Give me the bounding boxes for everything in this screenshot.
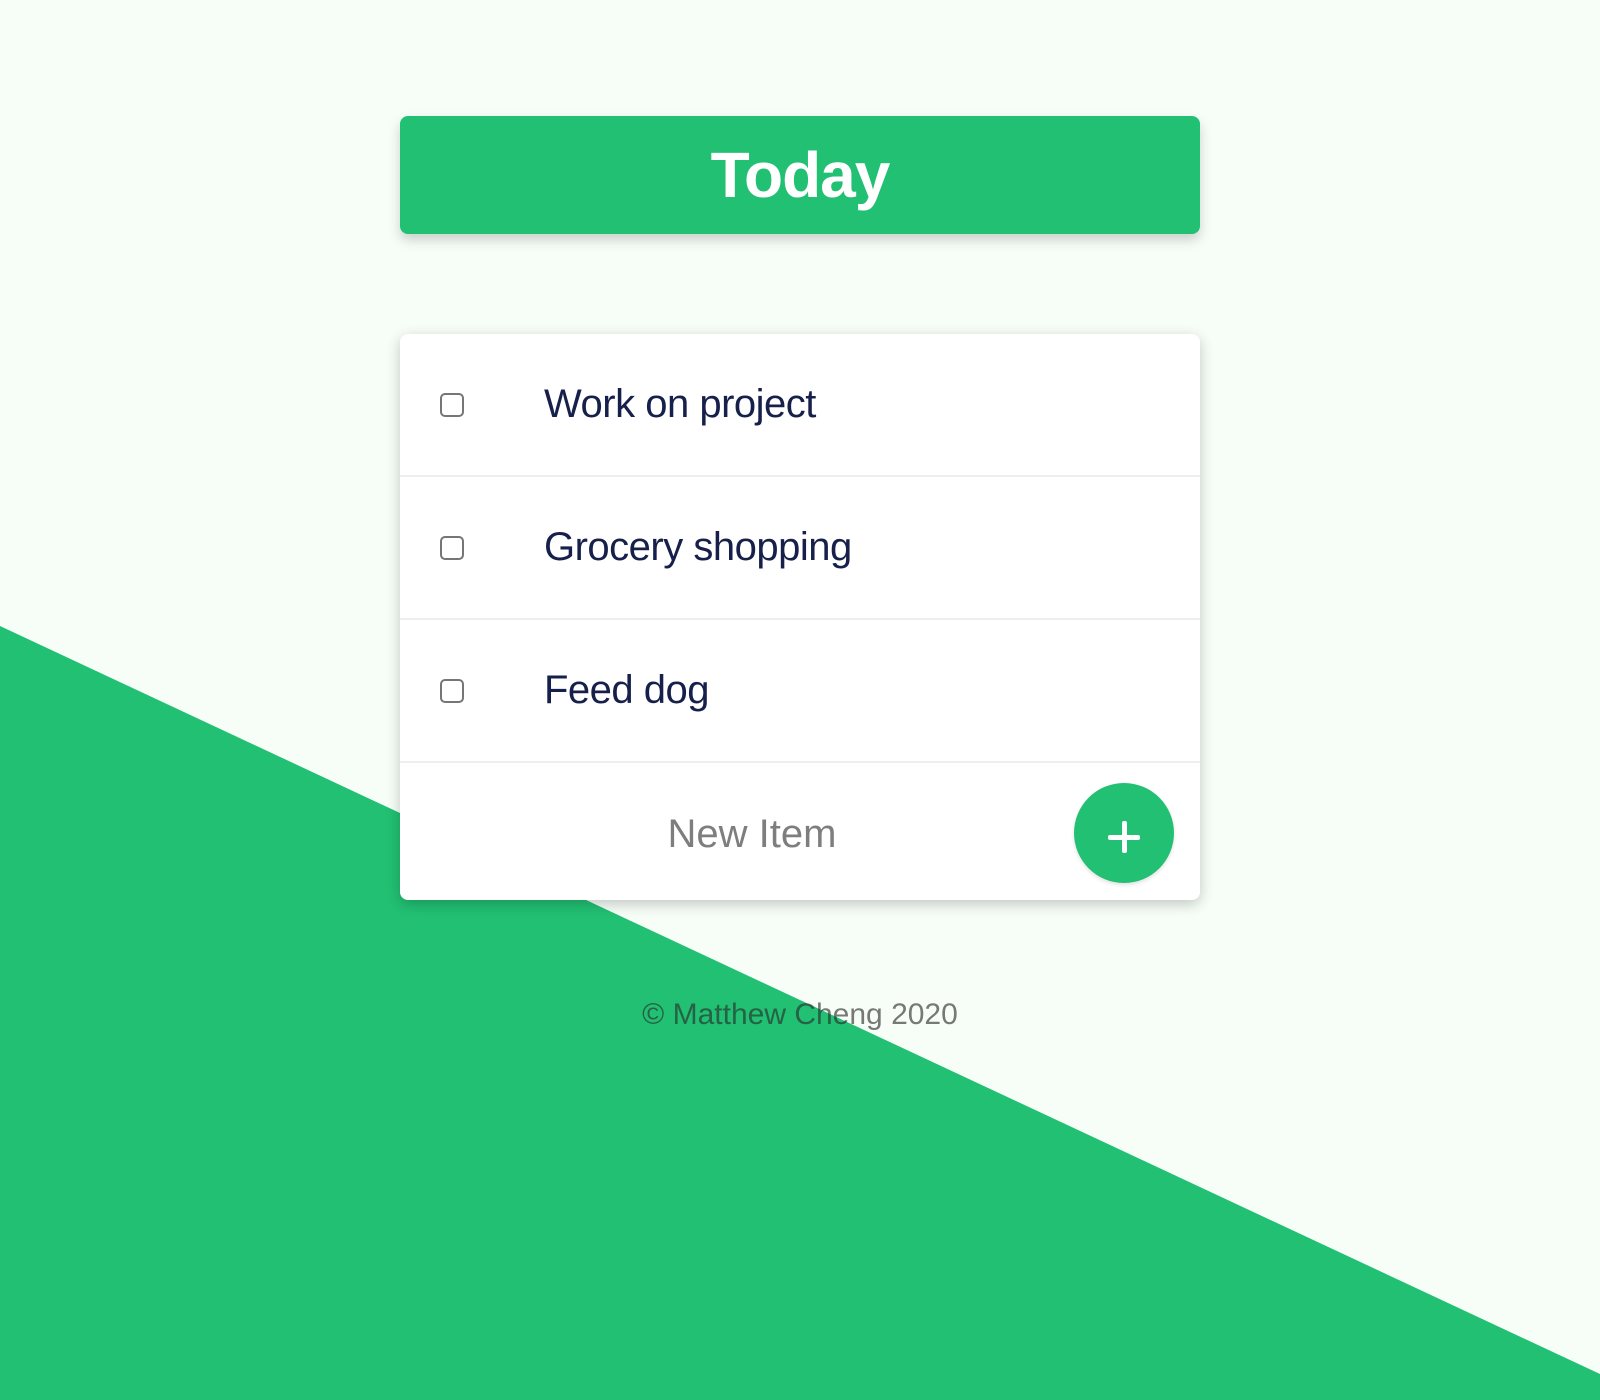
item-label: Work on project: [544, 382, 816, 426]
plus-icon: [1108, 821, 1140, 854]
new-item-input[interactable]: [430, 793, 1074, 875]
todo-list-card: Work on project Grocery shopping Feed do…: [400, 334, 1200, 900]
list-item: Grocery shopping: [400, 477, 1200, 620]
item-checkbox[interactable]: [440, 535, 464, 560]
footer: © Matthew Cheng 2020: [0, 998, 1600, 1032]
list-item: Feed dog: [400, 620, 1200, 763]
page-title: Today: [710, 139, 891, 211]
add-item-button[interactable]: [1074, 783, 1174, 883]
item-label: Feed dog: [544, 668, 710, 712]
item-checkbox[interactable]: [440, 678, 464, 703]
copyright-text: © Matthew Cheng 2020: [642, 998, 958, 1031]
item-label: Grocery shopping: [544, 525, 852, 569]
list-item: Work on project: [400, 334, 1200, 477]
new-item-row: [400, 763, 1200, 900]
item-checkbox[interactable]: [440, 392, 464, 417]
heading-box: Today: [400, 116, 1200, 234]
